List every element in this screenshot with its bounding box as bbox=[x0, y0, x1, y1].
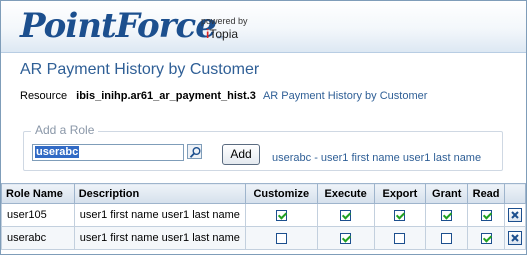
itopia-logo: iTopia bbox=[206, 27, 239, 41]
add-role-legend: Add a Role bbox=[31, 123, 99, 138]
grant-checkbox[interactable] bbox=[441, 209, 453, 221]
col-header-role-name[interactable]: Role Name bbox=[1, 183, 75, 204]
app-header: PointForce™ powered by iTopia bbox=[1, 1, 526, 53]
page-title: AR Payment History by Customer bbox=[20, 61, 260, 78]
col-header-actions bbox=[504, 183, 526, 204]
read-checkbox[interactable] bbox=[480, 209, 492, 221]
delete-role-button[interactable] bbox=[508, 231, 522, 245]
col-header-read[interactable]: Read bbox=[467, 183, 506, 204]
grant-checkbox[interactable] bbox=[441, 232, 453, 244]
customize-checkbox[interactable] bbox=[275, 209, 287, 221]
delete-role-button[interactable] bbox=[508, 208, 522, 222]
col-header-execute[interactable]: Execute bbox=[316, 183, 375, 204]
role-search-input[interactable]: userabc bbox=[32, 144, 184, 161]
col-header-customize[interactable]: Customize bbox=[244, 183, 318, 204]
close-x-icon bbox=[511, 234, 519, 242]
description-cell: user1 first name user1 last name bbox=[73, 203, 246, 227]
role-name-cell: user105 bbox=[1, 203, 75, 227]
resource-label: Resource bbox=[20, 90, 68, 102]
export-checkbox[interactable] bbox=[394, 232, 406, 244]
col-header-description[interactable]: Description bbox=[73, 183, 246, 204]
pointforce-logo: PointForce™ bbox=[20, 6, 224, 46]
customize-checkbox[interactable] bbox=[275, 232, 287, 244]
resource-id: ibis_inihp.ar61_ar_payment_hist.3 bbox=[76, 90, 256, 102]
execute-checkbox[interactable] bbox=[340, 232, 352, 244]
close-x-icon bbox=[511, 211, 519, 219]
read-checkbox[interactable] bbox=[480, 232, 492, 244]
add-role-button[interactable]: Add bbox=[222, 144, 260, 165]
role-name-cell: userabc bbox=[1, 226, 75, 250]
application-frame: PointForce™ powered by iTopia AR Payment… bbox=[0, 0, 527, 255]
role-input-value: userabc bbox=[35, 146, 80, 158]
powered-by-label: powered by bbox=[201, 16, 248, 26]
table-row: user105 user1 first name user1 last name bbox=[1, 203, 526, 227]
resource-name-link[interactable]: AR Payment History by Customer bbox=[263, 90, 427, 102]
role-permissions-table: Role Name Description Customize Execute … bbox=[1, 183, 526, 250]
resource-info: Resource ibis_inihp.ar61_ar_payment_hist… bbox=[20, 90, 427, 103]
selected-role-hint: userabc - user1 first name user1 last na… bbox=[272, 152, 482, 164]
col-header-grant[interactable]: Grant bbox=[425, 183, 469, 204]
magnifier-icon bbox=[189, 147, 201, 158]
table-header-row: Role Name Description Customize Execute … bbox=[1, 183, 526, 204]
col-header-export[interactable]: Export bbox=[373, 183, 427, 204]
role-lookup-button[interactable] bbox=[187, 144, 202, 159]
export-checkbox[interactable] bbox=[394, 209, 406, 221]
description-cell: user1 first name user1 last name bbox=[73, 226, 246, 250]
table-row: userabc user1 first name user1 last name bbox=[1, 226, 526, 250]
execute-checkbox[interactable] bbox=[340, 209, 352, 221]
